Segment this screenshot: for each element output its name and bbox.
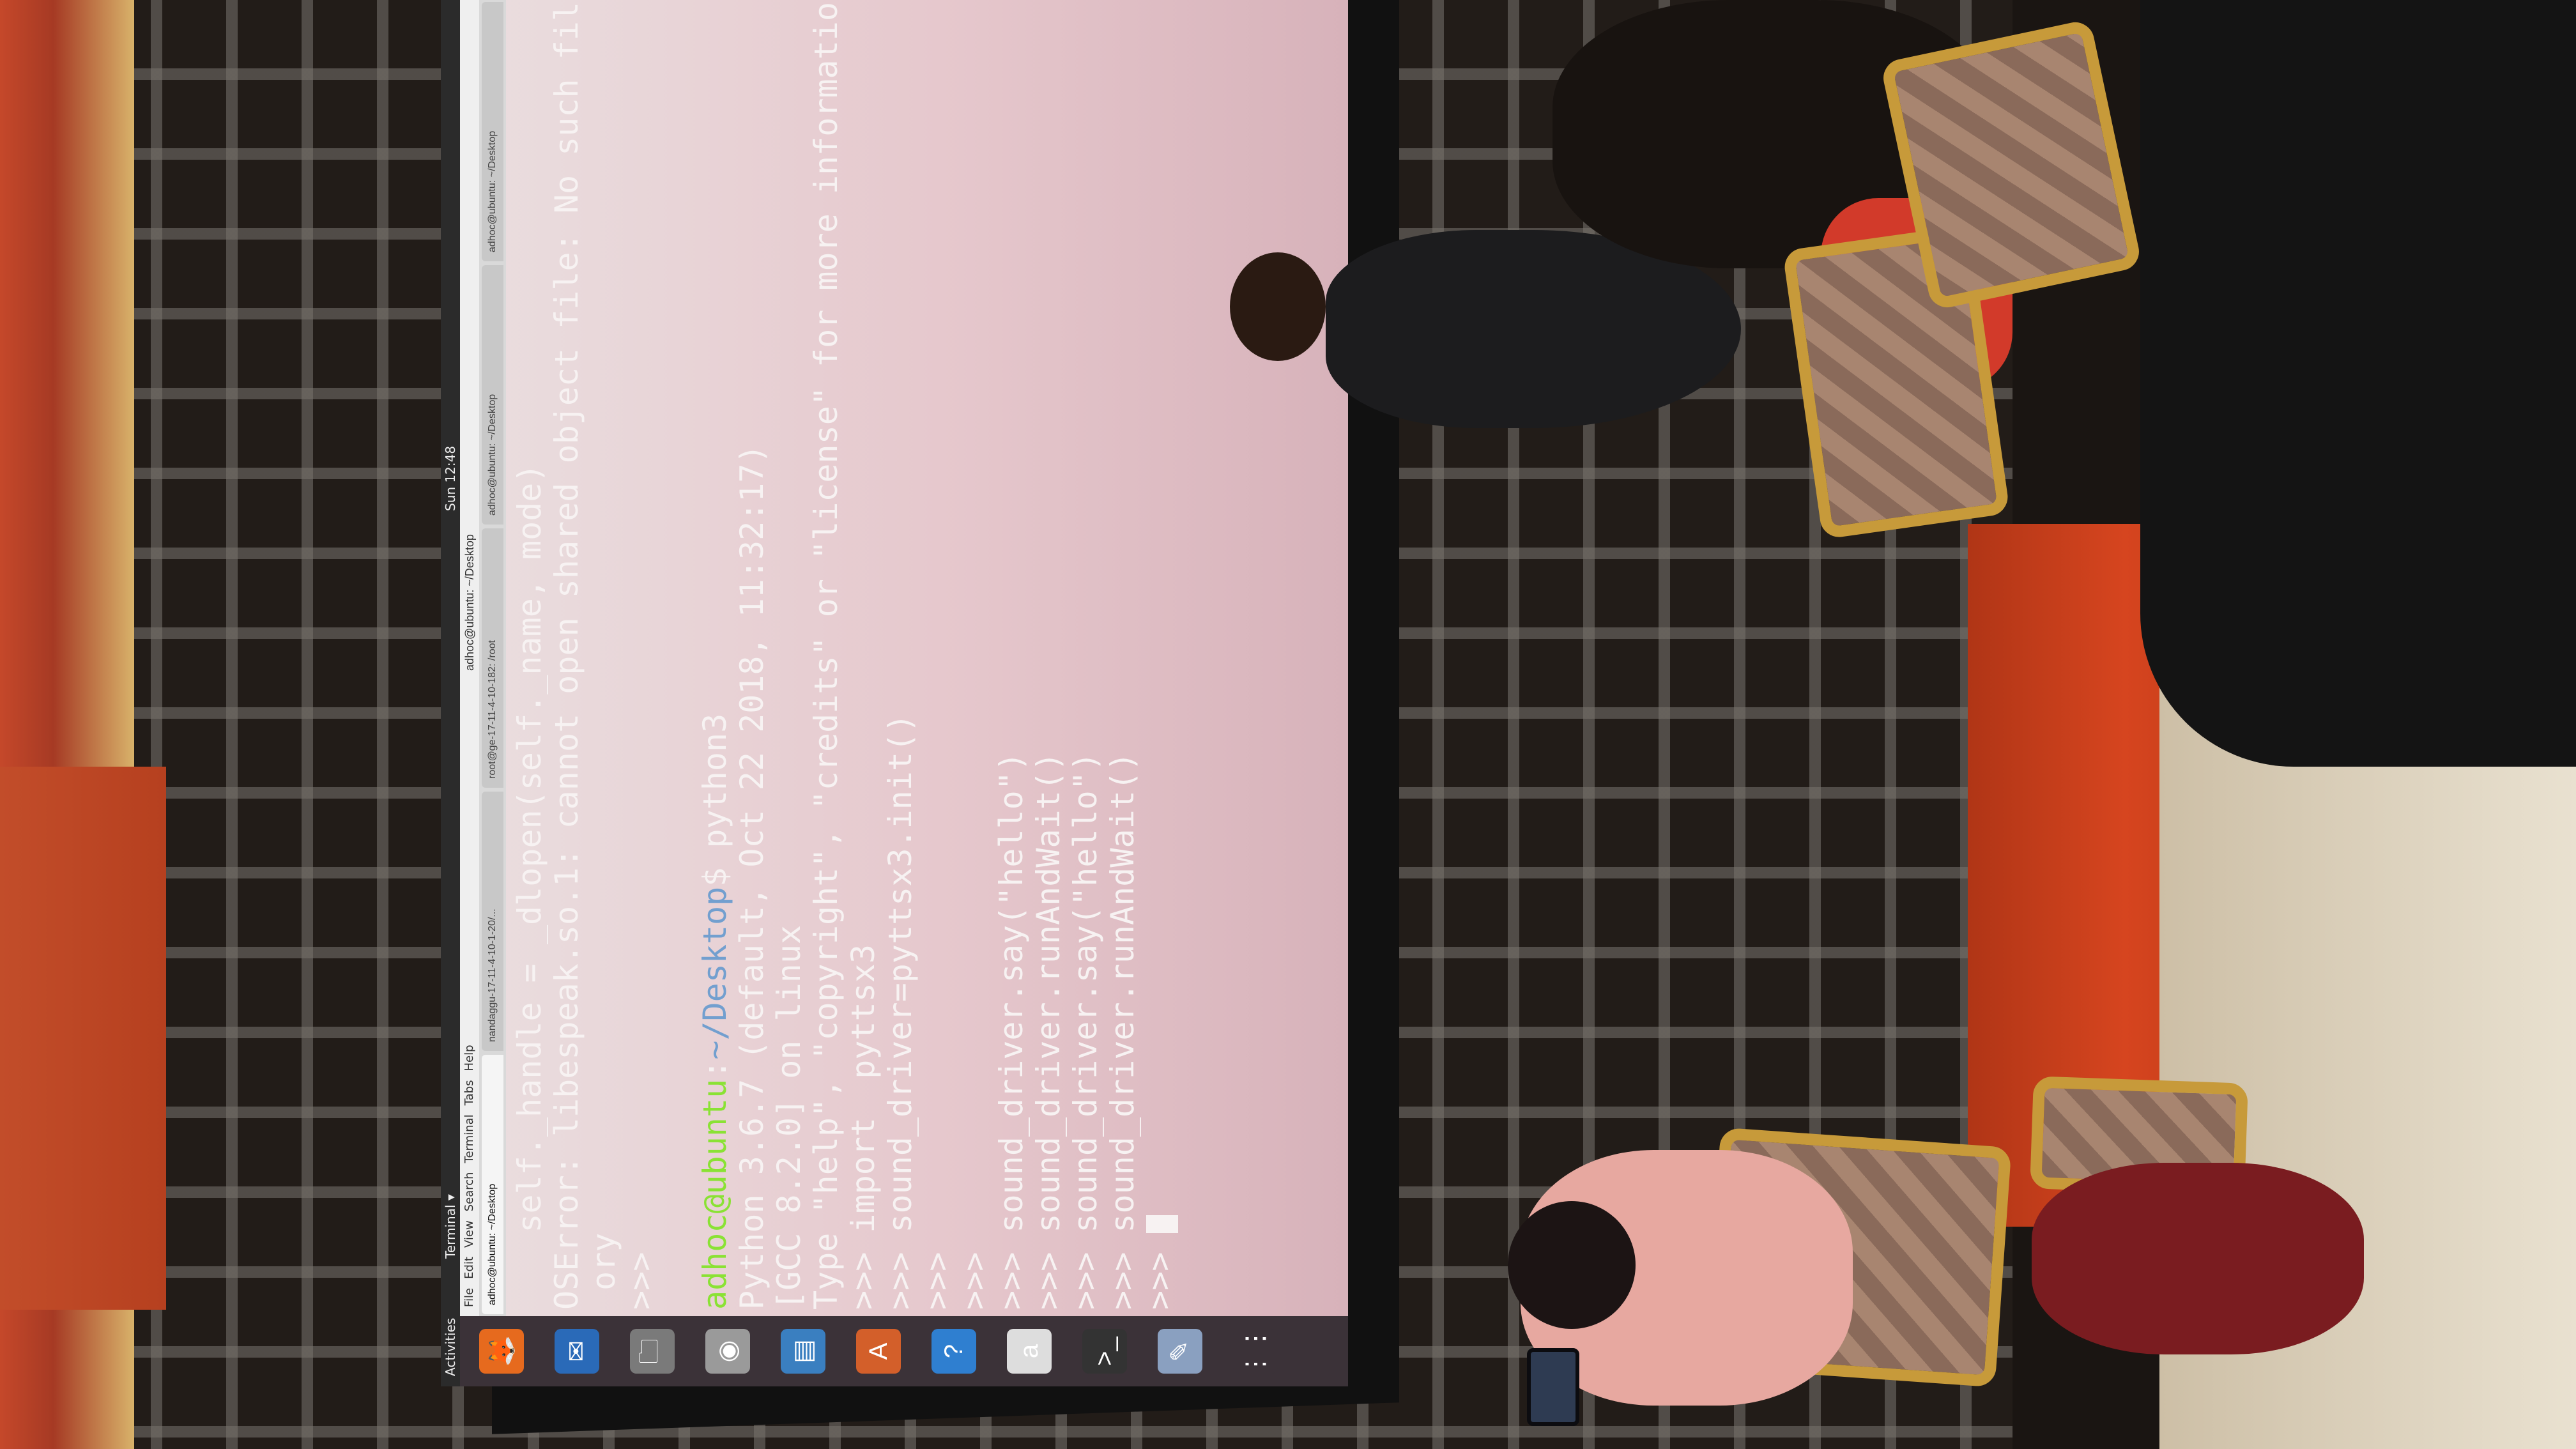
terminal-text: Python 3.6.7 (default, Oct 22 2018, 11:3…: [733, 444, 770, 1310]
menu-item-tabs[interactable]: Tabs: [463, 1080, 476, 1106]
software-icon[interactable]: A: [856, 1329, 901, 1374]
stage-curtain-lower: [0, 767, 166, 1310]
amazon-icon[interactable]: a: [1007, 1329, 1052, 1374]
prompt-path: ~/Desktop: [696, 886, 733, 1060]
terminal-text: Type "help", "copyright", "credits" or "…: [808, 0, 845, 1310]
terminal-line: [GCC 8.2.0] on linux: [770, 6, 808, 1310]
libreoffice-writer-icon[interactable]: ▤: [781, 1329, 825, 1374]
help-icon[interactable]: ?: [931, 1329, 976, 1374]
terminal-tab[interactable]: adhoc@ubuntu: ~/Desktop: [482, 1055, 503, 1314]
terminal-text: >>> sound_driver.runAndWait(): [1030, 752, 1067, 1310]
terminal-line: [659, 6, 696, 1310]
terminal-text: >>> sound_driver=pyttsx3.init(): [882, 713, 919, 1310]
terminal-line: ory: [585, 6, 622, 1310]
terminal-tab[interactable]: adhoc@ubuntu: ~/Desktop: [482, 265, 503, 525]
rhythmbox-icon[interactable]: ◉: [705, 1329, 750, 1374]
terminal-line: Python 3.6.7 (default, Oct 22 2018, 11:3…: [733, 6, 770, 1310]
terminal-text: OSError: libespeak.so.1: cannot open sha…: [548, 0, 585, 1310]
prompt-user: adhoc@ubuntu: [696, 1078, 733, 1310]
terminal-text: >>> sound_driver.say("hello"): [993, 752, 1030, 1310]
clock[interactable]: Sun 12:48: [441, 446, 460, 511]
terminal-text: self._handle = _dlopen(self._name, mode): [511, 463, 548, 1310]
app-menu[interactable]: Terminal ▾: [441, 1194, 460, 1259]
terminal-tab[interactable]: adhoc@ubuntu: ~/Desktop: [482, 2, 503, 261]
firefox-icon[interactable]: 🦊: [479, 1329, 524, 1374]
phone-camera: [1527, 1348, 1579, 1426]
terminal-text: >>>: [919, 1252, 956, 1310]
menu-item-edit[interactable]: Edit: [463, 1257, 476, 1279]
activities-button[interactable]: Activities: [441, 1318, 460, 1376]
terminal-line: >>> sound_driver=pyttsx3.init(): [882, 6, 919, 1310]
red-backpack: [2032, 1163, 2364, 1354]
terminal-line: >>> import pyttsx3: [845, 6, 882, 1310]
terminal-line: >>>: [622, 6, 659, 1310]
terminal-line: >>>: [1141, 6, 1178, 1310]
terminal-text: >>> sound_driver.runAndWait(): [1104, 752, 1141, 1310]
projection-screen: Activities Terminal ▾ Sun 12:48 File Edit…: [441, 0, 1348, 1386]
terminal-line: >>> sound_driver.say("hello"): [1067, 6, 1104, 1310]
gnome-top-bar: Activities Terminal ▾ Sun 12:48: [441, 0, 460, 1386]
terminal-line: >>> sound_driver.say("hello"): [993, 6, 1030, 1310]
menu-item-search[interactable]: Search: [463, 1172, 476, 1211]
terminal-line: OSError: libespeak.so.1: cannot open sha…: [548, 0, 585, 1310]
terminal-text: >>>: [956, 1252, 993, 1310]
terminal-line: >>>: [919, 6, 956, 1310]
terminal-line: >>> sound_driver.runAndWait(): [1104, 6, 1141, 1310]
audience-member-head: [1508, 1201, 1636, 1329]
terminal-text: >>>: [622, 1252, 659, 1310]
presenter-head: [1230, 252, 1326, 361]
terminal-text: ory: [585, 1232, 622, 1310]
terminal-text: [GCC 8.2.0] on linux: [770, 924, 808, 1310]
terminal-line: Type "help", "copyright", "credits" or "…: [808, 0, 845, 1310]
terminal-line: adhoc@ubuntu:~/Desktop$ python3: [696, 713, 733, 1310]
terminal-output[interactable]: self._handle = _dlopen(self._name, mode)…: [511, 0, 1342, 1310]
terminal-tab[interactable]: nandaggu-17-11-4-10-1-20/...: [482, 792, 503, 1051]
terminal-line: >>>: [956, 6, 993, 1310]
menu-item-terminal[interactable]: Terminal: [463, 1114, 476, 1163]
menu-item-file[interactable]: File: [463, 1288, 476, 1307]
terminal-line: self._handle = _dlopen(self._name, mode): [511, 6, 548, 1310]
text-editor-icon[interactable]: ✎: [1158, 1329, 1202, 1374]
dock: 🦊 ✉ 🗀 ◉ ▤ A? a >_ ✎ ⋮⋮: [460, 1316, 1348, 1386]
terminal-tabs: adhoc@ubuntu: ~/Desktop nandaggu-17-11-4-…: [479, 0, 506, 1316]
terminal-text: >>> sound_driver.say("hello"): [1067, 752, 1104, 1310]
window-title: adhoc@ubuntu: ~/Desktop: [463, 534, 476, 671]
apps-grid-icon[interactable]: ⋮⋮: [1233, 1326, 1278, 1377]
terminal-icon[interactable]: >_: [1082, 1329, 1127, 1374]
prompt-command: $ python3: [696, 713, 733, 887]
terminal-text: >>>: [1141, 1232, 1178, 1310]
menu-item-help[interactable]: Help: [463, 1045, 476, 1071]
text-cursor: [1146, 1215, 1178, 1233]
thunderbird-icon[interactable]: ✉: [555, 1329, 599, 1374]
foreground-table: [2140, 0, 2576, 767]
terminal-line: >>> sound_driver.runAndWait(): [1030, 6, 1067, 1310]
projected-desktop: Activities Terminal ▾ Sun 12:48 File Edit…: [441, 0, 1348, 1386]
menu-item-view[interactable]: View: [463, 1220, 476, 1248]
terminal-text: >>> import pyttsx3: [845, 944, 882, 1310]
photo-scene: Activities Terminal ▾ Sun 12:48 File Edit…: [0, 0, 2576, 1449]
files-icon[interactable]: 🗀: [630, 1329, 675, 1374]
terminal-tab[interactable]: root@ge-17-11-4-10-182: /root: [482, 528, 503, 788]
